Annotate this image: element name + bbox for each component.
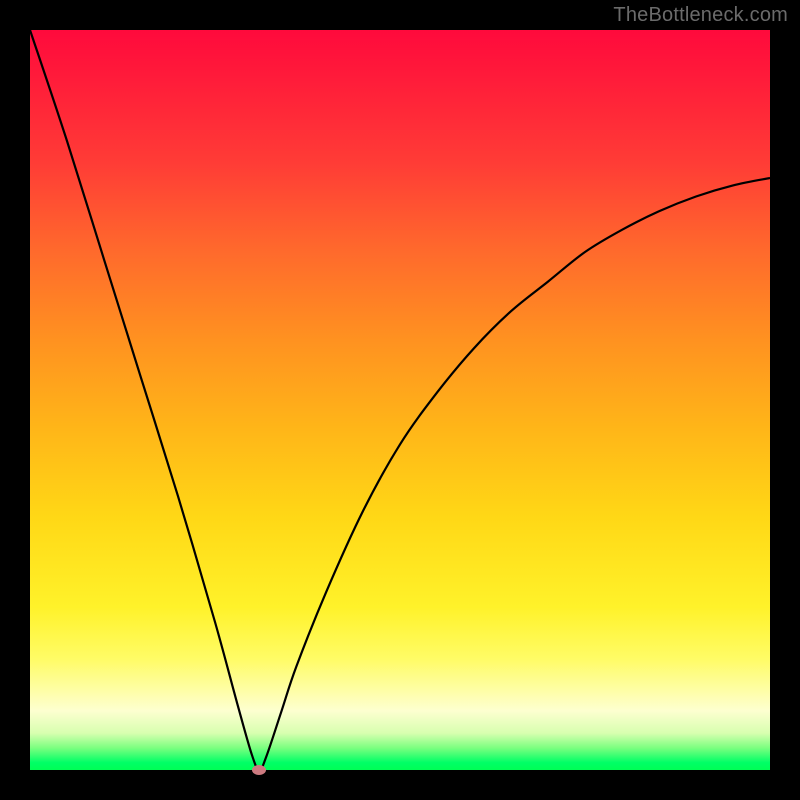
minimum-marker xyxy=(252,765,266,775)
curve-svg xyxy=(30,30,770,770)
plot-area xyxy=(30,30,770,770)
bottleneck-curve xyxy=(30,30,770,770)
chart-frame: TheBottleneck.com xyxy=(0,0,800,800)
watermark-text: TheBottleneck.com xyxy=(613,4,788,27)
